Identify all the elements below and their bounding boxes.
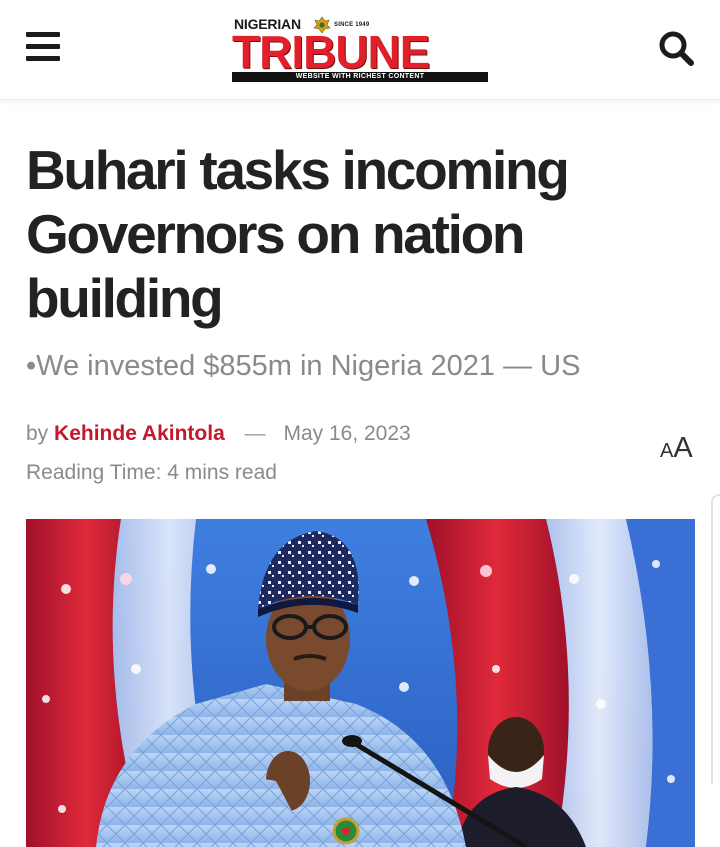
author-link[interactable]: Kehinde Akintola	[54, 422, 225, 445]
byline-prefix: by	[26, 422, 49, 445]
featured-image[interactable]	[26, 519, 695, 847]
hamburger-menu-icon[interactable]	[26, 32, 60, 62]
logo-wordmark: TRIBUNE	[232, 26, 430, 78]
publish-date: May 16, 2023	[283, 422, 411, 445]
site-logo[interactable]: NIGERIAN SINCE 1949 TRIBUNE WEBSITE WITH…	[232, 14, 488, 84]
scroll-edge	[711, 494, 720, 784]
search-icon[interactable]	[654, 26, 698, 70]
article-subheadline: •We invested $855m in Nigeria 2021 — US	[26, 350, 581, 382]
article-byline: by Kehinde Akintola — May 16, 2023	[26, 420, 411, 448]
reading-time: Reading Time: 4 mins read	[26, 461, 277, 484]
font-size-toggle-button[interactable]: AA	[660, 432, 693, 468]
site-header: NIGERIAN SINCE 1949 TRIBUNE WEBSITE WITH…	[0, 0, 720, 100]
font-size-large-glyph: A	[673, 432, 693, 464]
article-headline: Buhari tasks incoming Governors on natio…	[26, 139, 570, 329]
byline-separator: —	[244, 422, 266, 445]
logo-tagline: WEBSITE WITH RICHEST CONTENT	[232, 72, 488, 82]
article-page: NIGERIAN SINCE 1949 TRIBUNE WEBSITE WITH…	[0, 0, 720, 847]
font-size-small-glyph: A	[660, 440, 674, 462]
